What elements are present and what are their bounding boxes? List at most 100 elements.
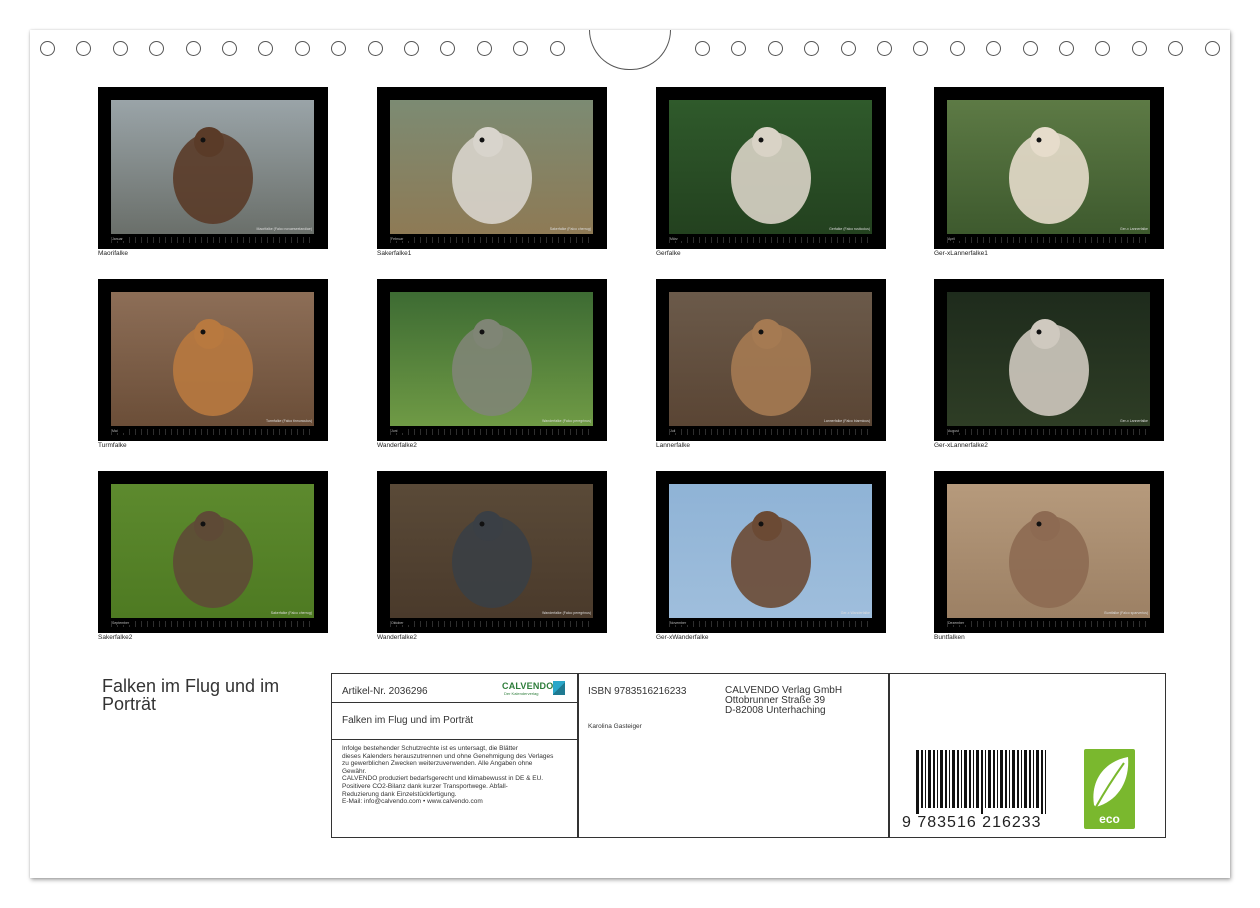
- photo-credit: Wanderfalke (Falco peregrinus): [542, 419, 591, 423]
- month-label: August: [948, 429, 965, 433]
- photo-caption: Lannerfalke: [656, 442, 690, 449]
- info-box: Artikel-Nr. 2036296 CALVENDO Der Kalende…: [331, 673, 1166, 838]
- photo-credit: Sakerfalke (Falco cherrug): [270, 611, 312, 615]
- eco-badge: eco: [1084, 749, 1135, 829]
- calendar-day-strip: [669, 429, 872, 435]
- legal-line: Positivere CO2-Bilanz dank kurzer Transp…: [342, 782, 508, 790]
- binding-ring: [767, 41, 783, 56]
- calendar-day-strip: [111, 237, 314, 243]
- month-label: Januar: [112, 237, 129, 241]
- calendar-title: Falken im Flug und im Porträt: [102, 676, 280, 714]
- falcon-photo: [111, 292, 314, 426]
- photo-credit: Ger-x Lannerfalke: [1119, 227, 1148, 231]
- photo-credit: Gerfalke (Falco rusticolus): [829, 227, 870, 231]
- binding-ring: [986, 41, 1002, 56]
- legal-line: dieses Kalenders herauszutrennen und ohn…: [342, 752, 554, 760]
- falcon-photo: [669, 484, 872, 618]
- calendar-day-strip: [390, 621, 593, 627]
- binding-ring: [331, 41, 347, 56]
- photo-caption: Ger-xLannerfalke1: [934, 250, 988, 257]
- binding-ring: [76, 41, 92, 56]
- photo-credit: Maorifalke (Falco novaeseelandiae): [256, 227, 312, 231]
- publisher-city: D-82008 Unterhaching: [725, 705, 826, 716]
- binding-ring: [222, 41, 237, 56]
- binding-ring: [513, 41, 529, 56]
- photo-caption: Wanderfalke2: [377, 442, 417, 449]
- calendar-day-strip: [390, 237, 593, 243]
- month-label: April: [948, 237, 962, 241]
- photo-caption: Gerfalke: [656, 250, 681, 257]
- calvendo-tagline: Der Kalenderverlag: [504, 691, 539, 696]
- legal-line: Infolge bestehender Schutzrechte ist es …: [342, 745, 518, 752]
- falcon-photo: [669, 100, 872, 234]
- legal-line: zu gewerblichen Zwecken weiterzuverwende…: [342, 760, 533, 768]
- barcode-number: 9 783516 216233: [902, 814, 1042, 831]
- calendar-day-strip: [669, 621, 872, 627]
- binding-ring: [294, 41, 310, 56]
- photo-credit: Wanderfalke (Falco peregrinus): [542, 611, 591, 615]
- binding-ring: [367, 41, 383, 56]
- binding-ring: [549, 41, 565, 56]
- binding-ring: [949, 41, 965, 56]
- falcon-photo: [390, 484, 593, 618]
- photo-thumbnail: Sakerfalke (Falco cherrug) Februar: [377, 87, 607, 249]
- binding-ring: [1059, 41, 1074, 56]
- falcon-photo: [947, 484, 1150, 618]
- photo-credit: Ger-x Lannerfalke: [1119, 419, 1148, 423]
- month-label: März: [670, 237, 684, 241]
- month-label: Mai: [112, 429, 124, 433]
- publisher-address: CALVENDO Verlag GmbH Ottobrunner Straße …: [725, 686, 842, 716]
- barcode-area: 9 783516 216233 eco: [888, 674, 1165, 836]
- photo-credit: Buntfalke (Falco sparverius): [1104, 611, 1148, 615]
- photo-thumbnail: Ger-x Wanderfalke November: [656, 471, 886, 633]
- calendar-day-strip: [111, 429, 314, 435]
- legal-line: E-Mail: info@calvendo.com • www.calvendo…: [342, 798, 483, 806]
- falcon-photo: [111, 100, 314, 234]
- binding-ring: [731, 41, 747, 56]
- cover-title: Falken im Flug und im Porträt: [342, 715, 474, 726]
- falcon-photo: [390, 100, 593, 234]
- photo-thumbnail: Sakerfalke (Falco cherrug) September: [98, 471, 328, 633]
- legal-line: Reduzierung dank Einzelstückfertigung.: [342, 790, 457, 798]
- legal-line: CALVENDO produziert bedarfsgerecht und k…: [342, 775, 544, 783]
- binding-ring: [40, 41, 55, 56]
- calendar-day-strip: [947, 621, 1150, 627]
- photo-caption: Maorifalke: [98, 250, 128, 257]
- photo-caption: Turmfalke: [98, 442, 127, 449]
- binding-ring: [112, 41, 128, 56]
- calvendo-logo-icon: [553, 681, 565, 695]
- month-label: Juli: [670, 429, 682, 433]
- photo-thumbnail: Lannerfalke (Falco biarmicus) Juli: [656, 279, 886, 441]
- binding-ring: [913, 41, 929, 56]
- binding-ring: [1168, 41, 1184, 56]
- photo-credit: Lannerfalke (Falco biarmicus): [823, 419, 870, 423]
- binding-ring: [185, 41, 201, 56]
- month-label: Februar: [391, 237, 410, 241]
- month-label: September: [112, 621, 136, 625]
- calendar-day-strip: [947, 237, 1150, 243]
- binding-ring: [1022, 41, 1038, 56]
- falcon-photo: [947, 292, 1150, 426]
- barcode-icon: [916, 750, 1046, 814]
- month-label: Dezember: [948, 621, 971, 625]
- calendar-day-strip: [947, 429, 1150, 435]
- photo-thumbnail: Gerfalke (Falco rusticolus) März: [656, 87, 886, 249]
- photo-credit: Ger-x Wanderfalke: [840, 611, 870, 615]
- photo-thumbnail: Buntfalke (Falco sparverius) Dezember: [934, 471, 1164, 633]
- photo-caption: Sakerfalke2: [98, 634, 133, 641]
- photo-thumbnail: Maorifalke (Falco novaeseelandiae) Januar: [98, 87, 328, 249]
- month-label: Juni: [391, 429, 404, 433]
- falcon-photo: [111, 484, 314, 618]
- photo-thumbnail: Wanderfalke (Falco peregrinus) Oktober: [377, 471, 607, 633]
- photo-caption: Buntfalken: [934, 634, 965, 641]
- binding-ring: [840, 41, 856, 56]
- binding-ring: [476, 41, 492, 56]
- binding-ring: [804, 41, 820, 56]
- photo-credit: Turmfalke (Falco tinnunculus): [266, 419, 312, 423]
- binding-ring: [440, 41, 456, 56]
- legal-line: Gewähr.: [342, 767, 367, 775]
- photo-thumbnail: Wanderfalke (Falco peregrinus) Juni: [377, 279, 607, 441]
- article-number: Artikel-Nr. 2036296: [342, 686, 428, 697]
- photo-thumbnail: Ger-x Lannerfalke April: [934, 87, 1164, 249]
- binding-ring: [258, 41, 274, 56]
